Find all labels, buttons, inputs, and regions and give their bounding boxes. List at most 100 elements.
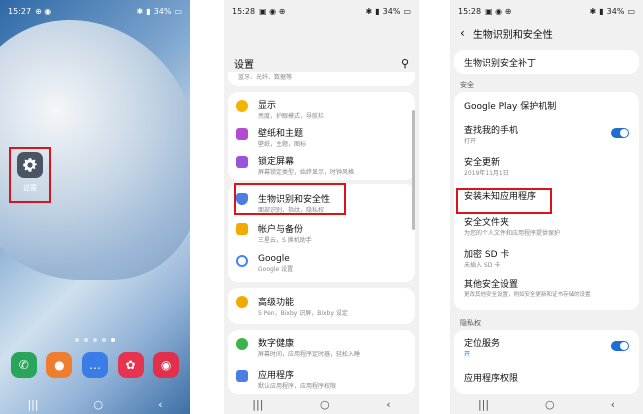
- item-sub: 屏幕锁定类型，始终显示，时钟风格: [258, 169, 355, 176]
- apps-icon: [236, 370, 248, 382]
- google-icon: [236, 255, 248, 267]
- item-title: Google Play 保护机制: [464, 102, 557, 112]
- item-sub: 三星云，S 换机助手: [258, 237, 312, 244]
- settings-item-find-my-mobile[interactable]: 查找我的手机 打开: [454, 118, 639, 150]
- settings-item-security-update[interactable]: 安全更新 2019年11月1日: [454, 150, 639, 180]
- back-button[interactable]: ‹: [158, 398, 162, 411]
- home-button[interactable]: ○: [94, 398, 104, 411]
- back-arrow-icon[interactable]: ‹: [460, 26, 465, 40]
- battery-icon: ▭: [627, 6, 635, 16]
- nav-bar: ||| ○ ‹: [224, 394, 419, 414]
- key-icon: [236, 223, 248, 235]
- contacts-app-icon[interactable]: ●: [46, 352, 73, 378]
- biometrics-highlight-box: [234, 183, 346, 215]
- status-bar: 15:27 ⊕ ◉ ✱ ▮ 34% ▭: [0, 0, 190, 22]
- notification-icons: ▣ ◉ ⊕: [485, 6, 512, 16]
- biometrics-security-phone: 15:28 ▣ ◉ ⊕ ✱ ▮ 34% ▭ ‹ 生物识别和安全性 生物识别安全补…: [450, 0, 643, 414]
- item-sub: 开: [464, 351, 471, 358]
- item-title: 查找我的手机: [464, 126, 519, 136]
- section-security-label: 安全: [460, 81, 474, 89]
- settings-phone: 15:28 ▣ ◉ ⊕ ✱ ▮ 34% ▭ 设置 ⚲ 蓝牙、光纤、数据等 显示: [224, 0, 419, 414]
- item-title: Google: [258, 254, 290, 264]
- signal-icon: ▮: [599, 6, 604, 16]
- install-unknown-highlight-box: [456, 188, 552, 214]
- home-screen-phone: 15:27 ⊕ ◉ ✱ ▮ 34% ▭ 设置 ✆ ● … ✿ ◉ ||| ○ ‹: [0, 0, 190, 414]
- phone-app-icon[interactable]: ✆: [10, 352, 37, 378]
- settings-item-encrypt-sd[interactable]: 加密 SD 卡 未插入 SD 卡: [454, 242, 639, 272]
- recents-button[interactable]: |||: [478, 398, 489, 411]
- battery-level: 34%: [153, 6, 172, 16]
- status-time: 15:28: [232, 6, 256, 16]
- item-title: 生物识别安全补丁: [464, 59, 537, 69]
- signal-icon: ▮: [146, 6, 151, 16]
- item-title: 其他安全设置: [464, 280, 519, 290]
- item-sub: 更改其他安全设置，例如安全更新和证书存储的设置: [464, 292, 591, 298]
- settings-item-secure-folder[interactable]: 安全文件夹 为您的个人文件和应用程序提供保护: [454, 210, 639, 242]
- settings-item-play-protect[interactable]: Google Play 保护机制: [454, 92, 639, 118]
- item-title: 定位服务: [464, 339, 501, 349]
- sun-icon: [236, 100, 248, 112]
- screenshot-composite: 15:27 ⊕ ◉ ✱ ▮ 34% ▭ 设置 ✆ ● … ✿ ◉ ||| ○ ‹…: [0, 0, 643, 414]
- settings-item-lockscreen[interactable]: 锁定屏幕 屏幕锁定类型，始终显示，时钟风格: [228, 150, 415, 178]
- page-title: 设置: [234, 59, 254, 71]
- settings-item-other-security[interactable]: 其他安全设置 更改其他安全设置，例如安全更新和证书存储的设置: [454, 272, 639, 302]
- item-title: 应用程序: [258, 371, 295, 381]
- recents-button[interactable]: |||: [27, 398, 38, 411]
- settings-app-icon[interactable]: [17, 152, 43, 178]
- item-sub: S Pen，Bixby 识屏，Bixby 设定: [258, 310, 348, 317]
- back-button[interactable]: ‹: [386, 398, 390, 411]
- wellbeing-card: 数字健康 屏幕时间，应用程序定时器，轻松入睡 应用程序 默认应用程序，应用程序权…: [228, 330, 415, 394]
- settings-item-wallpaper[interactable]: 壁纸和主题 壁纸，主题，图标: [228, 122, 415, 150]
- gear-icon: [23, 158, 37, 172]
- item-title: 数字健康: [258, 339, 295, 349]
- page-header: ‹ 生物识别和安全性: [450, 16, 643, 50]
- item-sub: 屏幕时间，应用程序定时器，轻松入睡: [258, 351, 361, 358]
- gallery-app-icon[interactable]: ✿: [117, 352, 144, 378]
- search-icon[interactable]: ⚲: [401, 57, 409, 70]
- find-my-mobile-toggle[interactable]: [611, 128, 629, 138]
- settings-item-location[interactable]: 定位服务 开: [454, 330, 639, 362]
- item-title: 壁纸和主题: [258, 129, 304, 139]
- home-button[interactable]: ○: [320, 398, 330, 411]
- recents-button[interactable]: |||: [252, 398, 263, 411]
- status-bar: 15:28 ▣ ◉ ⊕ ✱ ▮ 34% ▭: [224, 0, 419, 22]
- settings-item-advanced[interactable]: 高级功能 S Pen，Bixby 识屏，Bixby 设定: [228, 288, 415, 324]
- camera-app-icon[interactable]: ◉: [153, 352, 180, 378]
- privacy-card: 定位服务 开 应用程序权限: [454, 330, 639, 394]
- item-title: 应用程序权限: [464, 374, 519, 384]
- settings-app-label: 设置: [23, 184, 37, 192]
- battery-level: 34%: [382, 6, 401, 16]
- wellbeing-icon: [236, 338, 248, 350]
- bluetooth-icon: ✱: [136, 6, 144, 16]
- item-sub: 2019年11月1日: [464, 170, 509, 177]
- top-card[interactable]: 蓝牙、光纤、数据等: [228, 72, 415, 86]
- settings-item-wellbeing[interactable]: 数字健康 屏幕时间，应用程序定时器，轻松入睡: [228, 330, 415, 362]
- item-sub: 打开: [464, 138, 477, 145]
- item-title: 帐户与备份: [258, 225, 304, 235]
- nav-bar: ||| ○ ‹: [450, 394, 643, 414]
- battery-icon: ▭: [174, 6, 182, 16]
- item-title: 安全更新: [464, 158, 501, 168]
- settings-item-accounts[interactable]: 帐户与备份 三星云，S 换机助手: [228, 216, 415, 248]
- settings-item-apps[interactable]: 应用程序 默认应用程序，应用程序权限: [228, 362, 415, 394]
- settings-item-app-permissions[interactable]: 应用程序权限: [454, 362, 639, 394]
- settings-item-google[interactable]: Google Google 设置: [228, 248, 415, 280]
- signal-icon: ▮: [375, 6, 380, 16]
- notification-icons: ⊕ ◉: [35, 6, 52, 16]
- home-button[interactable]: ○: [545, 398, 555, 411]
- messages-app-icon[interactable]: …: [81, 352, 108, 378]
- settings-item-biometric-patch[interactable]: 生物识别安全补丁: [454, 50, 639, 75]
- back-button[interactable]: ‹: [611, 398, 615, 411]
- notification-icons: ▣ ◉ ⊕: [259, 6, 286, 16]
- status-time: 15:28: [458, 6, 482, 16]
- status-time: 15:27: [8, 6, 32, 16]
- item-sub: 为您的个人文件和应用程序提供保护: [464, 230, 561, 237]
- brush-icon: [236, 128, 248, 140]
- location-toggle[interactable]: [611, 341, 629, 351]
- settings-item-display[interactable]: 显示 亮度，护眼模式，导航栏: [228, 92, 415, 122]
- item-title: 高级功能: [258, 298, 295, 308]
- scrollbar[interactable]: [412, 110, 415, 230]
- item-sub: 未插入 SD 卡: [464, 262, 501, 269]
- section-privacy-label: 隐私权: [460, 319, 481, 327]
- connections-sub: 蓝牙、光纤、数据等: [238, 74, 293, 81]
